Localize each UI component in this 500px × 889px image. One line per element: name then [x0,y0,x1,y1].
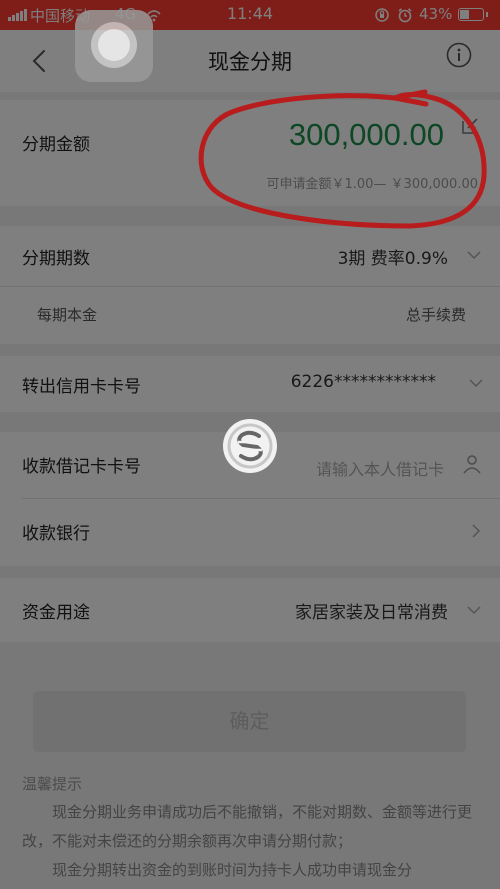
cash-installment-page: 中国移动 4G 11:44 43% 现金分期 [0,0,500,889]
loading-spinner-icon [223,419,277,473]
assistive-touch-button[interactable] [75,10,153,82]
